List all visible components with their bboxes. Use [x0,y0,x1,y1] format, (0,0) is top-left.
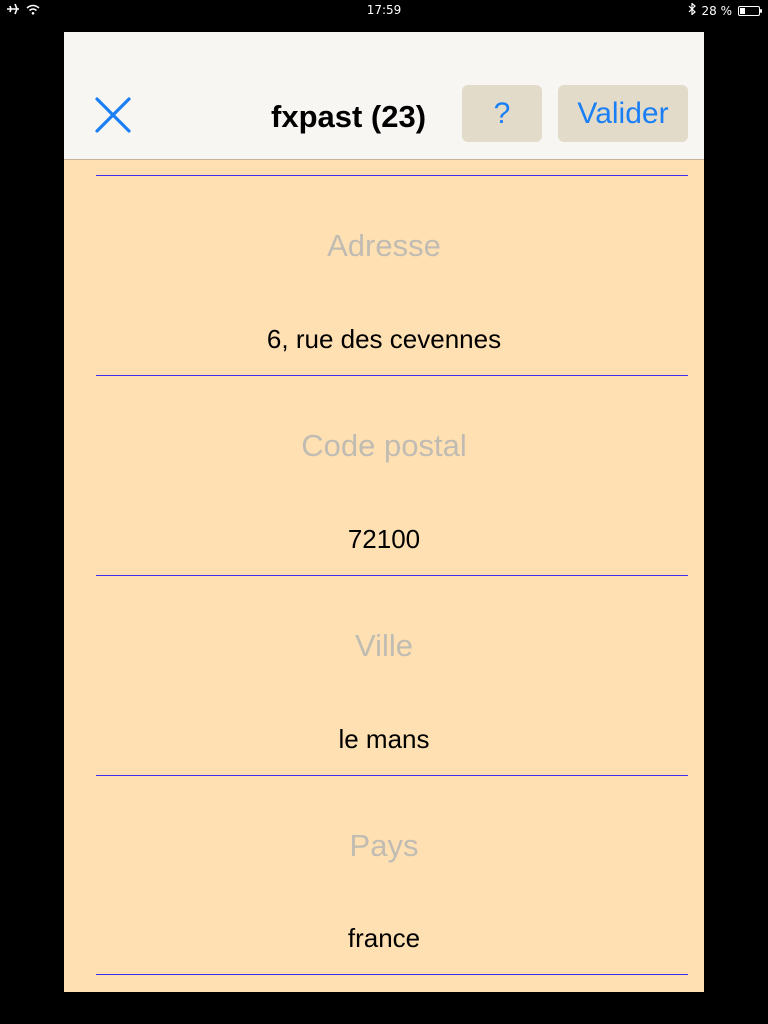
battery-percentage: 28 % [701,3,733,18]
address-label: Adresse [327,228,441,263]
status-bar: 17:59 28 % [0,0,768,22]
field-divider [96,375,688,376]
battery-icon [738,5,762,16]
modal-sheet: fxpast (23) ? Valider Adresse 6, rue des… [64,32,704,992]
city-field[interactable]: le mans [64,724,704,755]
close-icon [95,97,131,133]
field-divider [96,775,688,776]
city-label: Ville [354,628,414,663]
field-divider [96,575,688,576]
country-label: Pays [349,828,419,863]
country-field[interactable]: france [64,923,704,954]
close-button[interactable] [94,96,132,134]
page-title: fxpast (23) [271,99,427,134]
battery-fill [740,7,745,14]
field-divider [96,974,688,975]
navigation-bar: fxpast (23) ? Valider [64,32,704,160]
field-divider [96,175,688,176]
status-right: 28 % [688,2,762,18]
help-button[interactable]: ? [462,85,542,142]
postal-code-label: Code postal [301,428,467,463]
validate-button[interactable]: Valider [558,85,688,142]
postal-code-field[interactable]: 72100 [64,524,704,555]
status-time: 17:59 [366,3,402,17]
address-field[interactable]: 6, rue des cevennes [64,324,704,355]
bluetooth-icon [688,2,696,18]
